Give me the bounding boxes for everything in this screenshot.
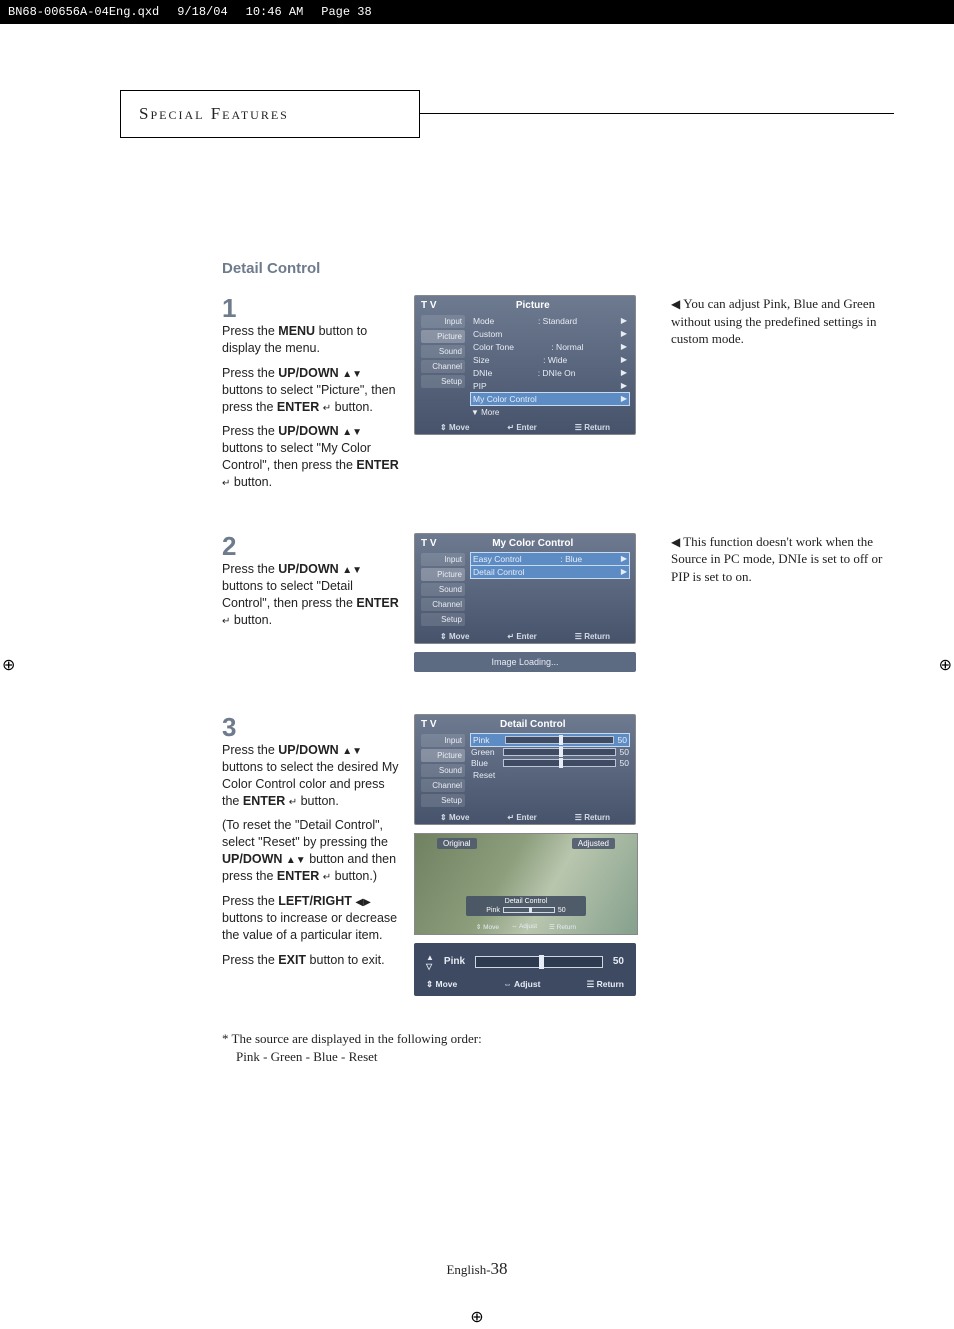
updown-icon: ▲▼ xyxy=(342,746,362,757)
step-1: 1 Press the MENU button to display the m… xyxy=(222,295,902,499)
enter-icon: ↵ xyxy=(222,616,230,627)
step-1-note: You can adjust Pink, Blue and Green with… xyxy=(671,295,901,499)
step-2-note: This function doesn't work when the Sour… xyxy=(671,533,901,680)
leftright-icon: ◀▶ xyxy=(355,897,370,908)
page-footer: English-38 xyxy=(0,1259,954,1279)
crop-mark-right: ⊕ xyxy=(939,655,952,675)
file-name: BN68-00656A-04Eng.qxd xyxy=(8,5,159,19)
osd-screenshot-picture: T V Picture Input Picture Sound Channel … xyxy=(414,295,659,499)
crop-mark-bottom: ⊕ xyxy=(470,1307,483,1327)
updown-icon: ▲▼ xyxy=(342,369,362,380)
section-rule xyxy=(420,113,894,114)
section-header-text: Special Features xyxy=(139,104,289,124)
enter-icon: ↵ xyxy=(222,478,230,489)
enter-icon: ↵ xyxy=(323,403,331,414)
crop-mark-left: ⊕ xyxy=(2,655,15,675)
step-3: 3 Press the UP/DOWN ▲▼ buttons to select… xyxy=(222,714,902,996)
section-subtitle: Detail Control xyxy=(222,260,902,277)
pink-slider-bar: ▲▽ Pink 50 ⇕ Move ⇔ Adjust ☰ Return xyxy=(414,943,636,996)
footnote: * The source are displayed in the follow… xyxy=(222,1030,902,1066)
file-page: Page 38 xyxy=(321,5,371,19)
file-time: 10:46 AM xyxy=(246,5,304,19)
step-3-num: 3 xyxy=(222,714,402,740)
step-1-num: 1 xyxy=(222,295,402,321)
crop-mark-top: ⊕ xyxy=(470,2,483,22)
osd-screenshot-mycolor: T V My Color Control Input Picture Sound… xyxy=(414,533,659,680)
enter-icon: ↵ xyxy=(323,872,331,883)
section-header: Special Features xyxy=(120,90,420,138)
file-date: 9/18/04 xyxy=(177,5,227,19)
osd-screenshot-detail: T V Detail Control Input Picture Sound C… xyxy=(414,714,659,996)
step-2: 2 Press the UP/DOWN ▲▼ buttons to select… xyxy=(222,533,902,680)
loading-indicator: Image Loading... xyxy=(414,652,636,672)
updown-icon: ▲▼ xyxy=(342,427,362,438)
step-2-num: 2 xyxy=(222,533,402,559)
compare-preview: Original Adjusted Detail Control Pink 50… xyxy=(414,833,638,935)
updown-icon: ▲▼ xyxy=(286,855,306,866)
enter-icon: ↵ xyxy=(289,797,297,808)
updown-icon: ▲▼ xyxy=(342,565,362,576)
